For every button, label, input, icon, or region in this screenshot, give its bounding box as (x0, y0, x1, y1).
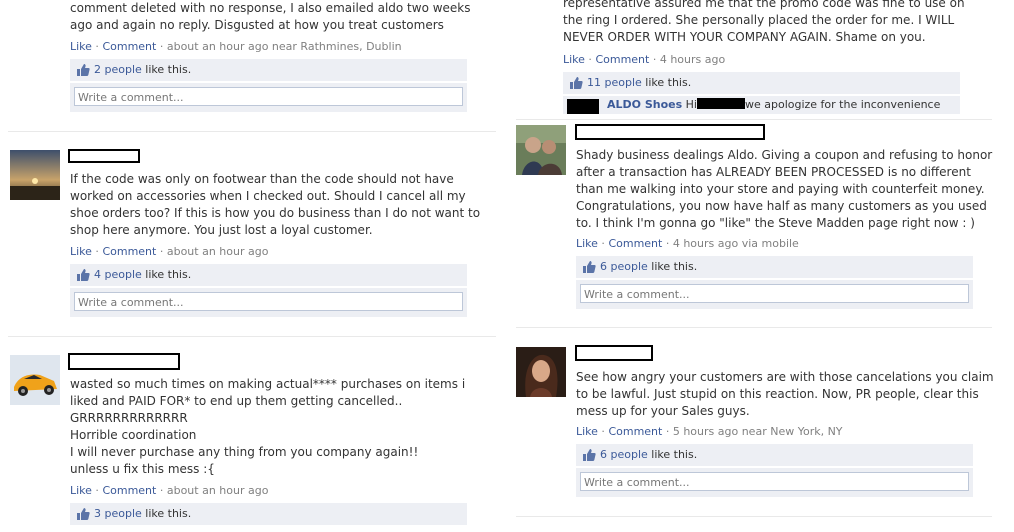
post-meta: Like · Comment · 4 hours ago (563, 53, 725, 66)
post-time: 5 hours ago near New York, NY (672, 425, 843, 438)
like-link[interactable]: Like (563, 53, 585, 66)
separator: · (597, 425, 609, 438)
likes-suffix: like this. (145, 268, 192, 281)
post-body: representative assured me that the promo… (563, 0, 965, 44)
reply-text: we apologize for the inconvenience (744, 98, 941, 111)
divider (516, 516, 992, 517)
redacted-name (575, 345, 653, 361)
comment-input[interactable]: Write a comment... (74, 292, 463, 311)
avatar[interactable] (516, 125, 566, 175)
separator: · (156, 40, 167, 53)
comment-link[interactable]: Comment (102, 245, 156, 258)
thumbs-up-icon (570, 77, 583, 89)
redacted-name (575, 124, 765, 140)
divider (516, 327, 992, 328)
post-body: comment deleted with no response, I also… (70, 1, 471, 32)
likes-bar: 3 people like this. (70, 503, 467, 525)
thumbs-up-icon (77, 269, 90, 281)
comment-input[interactable]: Write a comment... (580, 284, 969, 303)
divider (516, 119, 992, 120)
likes-suffix: like this. (145, 63, 192, 76)
likes-count-link[interactable]: 2 people (94, 63, 142, 76)
likes-count-link[interactable]: 11 people (587, 76, 642, 89)
post-body: See how angry your customers are with th… (576, 370, 994, 418)
thumbs-up-icon (77, 508, 90, 520)
comment-link[interactable]: Comment (102, 40, 156, 53)
post-body: wasted so much times on making actual***… (70, 377, 466, 476)
post-meta: Like · Comment · about an hour ago (70, 245, 268, 258)
like-link[interactable]: Like (70, 40, 92, 53)
likes-bar: 2 people like this. (70, 59, 467, 81)
like-link[interactable]: Like (576, 425, 598, 438)
comment-link[interactable]: Comment (595, 53, 649, 66)
thumbs-up-icon (583, 449, 596, 461)
separator: · (662, 425, 673, 438)
comment-input[interactable]: Write a comment... (74, 87, 463, 106)
separator: · (662, 237, 673, 250)
divider (8, 131, 496, 132)
separator: · (156, 484, 167, 497)
likes-count-link[interactable]: 6 people (600, 260, 648, 273)
post-time: 4 hours ago via mobile (672, 237, 799, 250)
redacted-name (696, 98, 745, 109)
comment-box: Write a comment... (70, 83, 467, 112)
likes-count-link[interactable]: 4 people (94, 268, 142, 281)
redacted-name (68, 149, 140, 163)
post-meta: Like · Comment · about an hour ago near … (70, 40, 402, 53)
likes-suffix: like this. (645, 76, 692, 89)
separator: · (649, 53, 660, 66)
likes-suffix: like this. (145, 507, 192, 520)
post-time: 4 hours ago (659, 53, 726, 66)
comment-link[interactable]: Comment (102, 484, 156, 497)
comment-link[interactable]: Comment (608, 425, 662, 438)
likes-bar: 4 people like this. (70, 264, 467, 286)
separator: · (597, 237, 609, 250)
post-meta: Like · Comment · 4 hours ago via mobile (576, 237, 799, 250)
comment-box: Write a comment... (70, 288, 467, 317)
divider (8, 336, 496, 337)
likes-count-link[interactable]: 3 people (94, 507, 142, 520)
like-link[interactable]: Like (70, 245, 92, 258)
avatar[interactable] (10, 355, 60, 405)
comment-input[interactable]: Write a comment... (580, 472, 969, 491)
likes-count-link[interactable]: 6 people (600, 448, 648, 461)
post-body: If the code was only on footwear than th… (70, 172, 481, 237)
post-body: Shady business dealings Aldo. Giving a c… (576, 148, 993, 230)
comment-link[interactable]: Comment (608, 237, 662, 250)
comment-box: Write a comment... (576, 280, 973, 309)
avatar[interactable] (10, 150, 60, 200)
post-time: about an hour ago near Rathmines, Dublin (166, 40, 402, 53)
separator: · (91, 40, 103, 53)
post-time: about an hour ago (166, 245, 269, 258)
separator: · (156, 245, 167, 258)
like-link[interactable]: Like (70, 484, 92, 497)
likes-bar: 11 people like this. (563, 72, 960, 94)
reply-greeting: Hi (685, 98, 697, 111)
comment-box: Write a comment... (576, 468, 973, 497)
likes-suffix: like this. (651, 260, 698, 273)
reply-comment: ALDO Shoes Hi we apologize for the inconv… (563, 96, 960, 114)
separator: · (91, 245, 103, 258)
redacted-name (68, 353, 180, 370)
thumbs-up-icon (77, 64, 90, 76)
avatar[interactable] (516, 347, 566, 397)
like-link[interactable]: Like (576, 237, 598, 250)
thumbs-up-icon (583, 261, 596, 273)
separator: · (584, 53, 596, 66)
likes-bar: 6 people like this. (576, 256, 973, 278)
reply-author-link[interactable]: ALDO Shoes (607, 98, 682, 111)
post-time: about an hour ago (166, 484, 269, 497)
post-meta: Like · Comment · about an hour ago (70, 484, 268, 497)
post-meta: Like · Comment · 5 hours ago near New Yo… (576, 425, 843, 438)
separator: · (91, 484, 103, 497)
likes-bar: 6 people like this. (576, 444, 973, 466)
reply-avatar[interactable] (567, 99, 599, 114)
likes-suffix: like this. (651, 448, 698, 461)
